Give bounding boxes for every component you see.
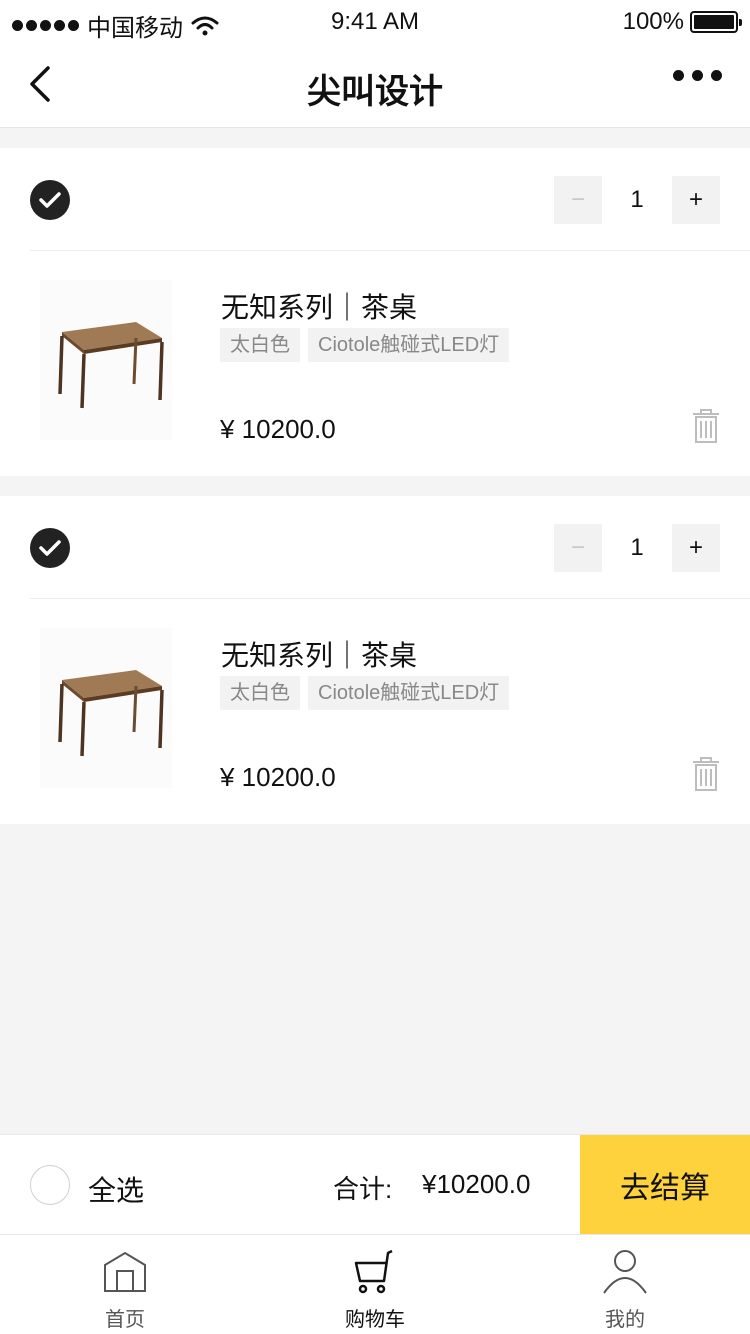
wooden-table-icon — [58, 670, 164, 757]
tab-home[interactable]: 首页 — [0, 1235, 250, 1334]
increase-button[interactable]: + — [672, 176, 720, 224]
checkmark-icon — [39, 540, 61, 556]
quantity-stepper: − 1 + — [554, 524, 720, 572]
increase-button[interactable]: + — [672, 524, 720, 572]
wooden-table-icon — [58, 322, 164, 409]
trash-icon — [693, 757, 719, 791]
checkout-bar: 全选 合计: ¥10200.0 去结算 — [0, 1134, 750, 1235]
tab-cart[interactable]: 购物车 — [250, 1235, 500, 1334]
tab-profile[interactable]: 我的 — [500, 1235, 750, 1334]
item-checkbox[interactable] — [30, 180, 70, 220]
status-right: 100% — [622, 8, 742, 36]
tab-label: 首页 — [105, 1309, 145, 1331]
tab-label: 我的 — [605, 1309, 645, 1331]
checkout-button[interactable]: 去结算 — [580, 1135, 750, 1235]
cart-item: − 1 + 无知系列｜茶桌 太白色 Ciotole触碰式LED灯 ¥ 10200… — [0, 496, 750, 824]
select-all-label[interactable]: 全选 — [88, 1169, 144, 1209]
select-all-checkbox[interactable] — [30, 1165, 70, 1205]
more-dot — [673, 70, 684, 81]
battery-percent: 100% — [622, 8, 684, 35]
decrease-button[interactable]: − — [554, 524, 602, 572]
divider — [30, 250, 750, 251]
decrease-button[interactable]: − — [554, 176, 602, 224]
quantity-value: 1 — [630, 186, 644, 213]
home-icon — [104, 1251, 146, 1292]
quantity-value: 1 — [630, 534, 644, 561]
delete-button[interactable] — [688, 756, 724, 792]
page-title: 尖叫设计 — [307, 73, 443, 111]
divider — [30, 598, 750, 599]
more-button[interactable] — [673, 70, 722, 81]
more-dot — [692, 70, 703, 81]
cart-icon — [354, 1249, 393, 1294]
product-tag: 太白色 — [220, 676, 300, 710]
battery-icon — [690, 11, 742, 33]
product-tag: Ciotole触碰式LED灯 — [308, 676, 510, 710]
user-icon — [603, 1250, 647, 1294]
cart-item: − 1 + 无知系列｜茶桌 太白色 Ciotole触碰式LED灯 ¥ 10200… — [0, 148, 750, 476]
tab-label: 购物车 — [345, 1309, 405, 1331]
tab-bar: 首页 购物车 我的 — [0, 1234, 750, 1334]
delete-button[interactable] — [688, 408, 724, 444]
more-dot — [711, 70, 722, 81]
product-price: ¥ 10200.0 — [220, 762, 336, 792]
nav-bar: 尖叫设计 — [0, 44, 750, 128]
product-tag: Ciotole触碰式LED灯 — [308, 328, 510, 362]
total-amount: ¥10200.0 — [422, 1169, 531, 1199]
product-title[interactable]: 无知系列｜茶桌 — [221, 286, 417, 326]
total-label: 合计: — [333, 1174, 393, 1204]
product-tags: 太白色 Ciotole触碰式LED灯 — [220, 328, 510, 362]
product-tag: 太白色 — [220, 328, 300, 362]
product-image[interactable] — [40, 280, 172, 440]
product-image[interactable] — [40, 628, 172, 788]
product-tags: 太白色 Ciotole触碰式LED灯 — [220, 676, 510, 710]
cart-item-header: − 1 + — [0, 148, 750, 251]
trash-icon — [693, 409, 719, 443]
checkmark-icon — [39, 192, 61, 208]
item-checkbox[interactable] — [30, 528, 70, 568]
cart-item-header: − 1 + — [0, 496, 750, 599]
status-bar: 中国移动 9:41 AM 100% — [0, 0, 750, 44]
product-price: ¥ 10200.0 — [220, 414, 336, 444]
quantity-stepper: − 1 + — [554, 176, 720, 224]
product-title[interactable]: 无知系列｜茶桌 — [221, 634, 417, 674]
